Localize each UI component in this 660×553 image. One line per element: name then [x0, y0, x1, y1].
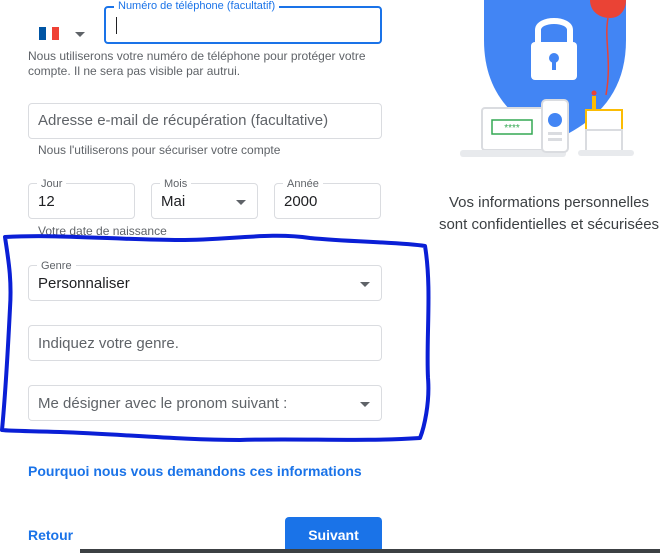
- phone-helper: Nous utiliserons votre numéro de télépho…: [28, 49, 366, 78]
- bottom-bar: [80, 549, 660, 553]
- month-label: Mois: [160, 177, 192, 191]
- recovery-email-helper: Nous l'utiliserons pour sécuriser votre …: [38, 143, 281, 157]
- back-button[interactable]: Retour: [28, 527, 73, 543]
- france-flag-icon: [39, 27, 59, 40]
- year-label: Année: [283, 177, 323, 191]
- month-value: Mai: [161, 193, 186, 210]
- day-field[interactable]: Jour 12: [28, 177, 135, 219]
- why-info-link[interactable]: Pourquoi nous vous demandons ces informa…: [28, 463, 362, 479]
- day-label: Jour: [37, 177, 67, 191]
- country-selector[interactable]: [34, 22, 92, 44]
- year-value: 2000: [284, 193, 318, 210]
- password-text: ****: [504, 123, 520, 134]
- phone-field[interactable]: Numéro de téléphone (facultatif): [104, 0, 382, 44]
- annotation-outline: [0, 233, 431, 442]
- next-button[interactable]: Suivant: [285, 517, 382, 553]
- phone-icon: [541, 99, 569, 153]
- month-select[interactable]: Mois Mai: [151, 177, 258, 219]
- day-value: 12: [38, 193, 55, 210]
- next-button-label: Suivant: [308, 527, 359, 543]
- illustration-caption: Vos informations personnelles sont confi…: [438, 194, 660, 233]
- recovery-email-field[interactable]: Adresse e-mail de récupération (facultat…: [28, 103, 382, 139]
- chevron-down-icon: [75, 32, 85, 37]
- recovery-email-placeholder: Adresse e-mail de récupération (facultat…: [38, 112, 329, 129]
- year-field[interactable]: Année 2000: [274, 177, 381, 219]
- phone-label: Numéro de téléphone (facultatif): [114, 0, 280, 13]
- security-illustration: ****: [460, 0, 634, 157]
- text-cursor: [116, 17, 117, 34]
- chevron-down-icon: [236, 200, 246, 205]
